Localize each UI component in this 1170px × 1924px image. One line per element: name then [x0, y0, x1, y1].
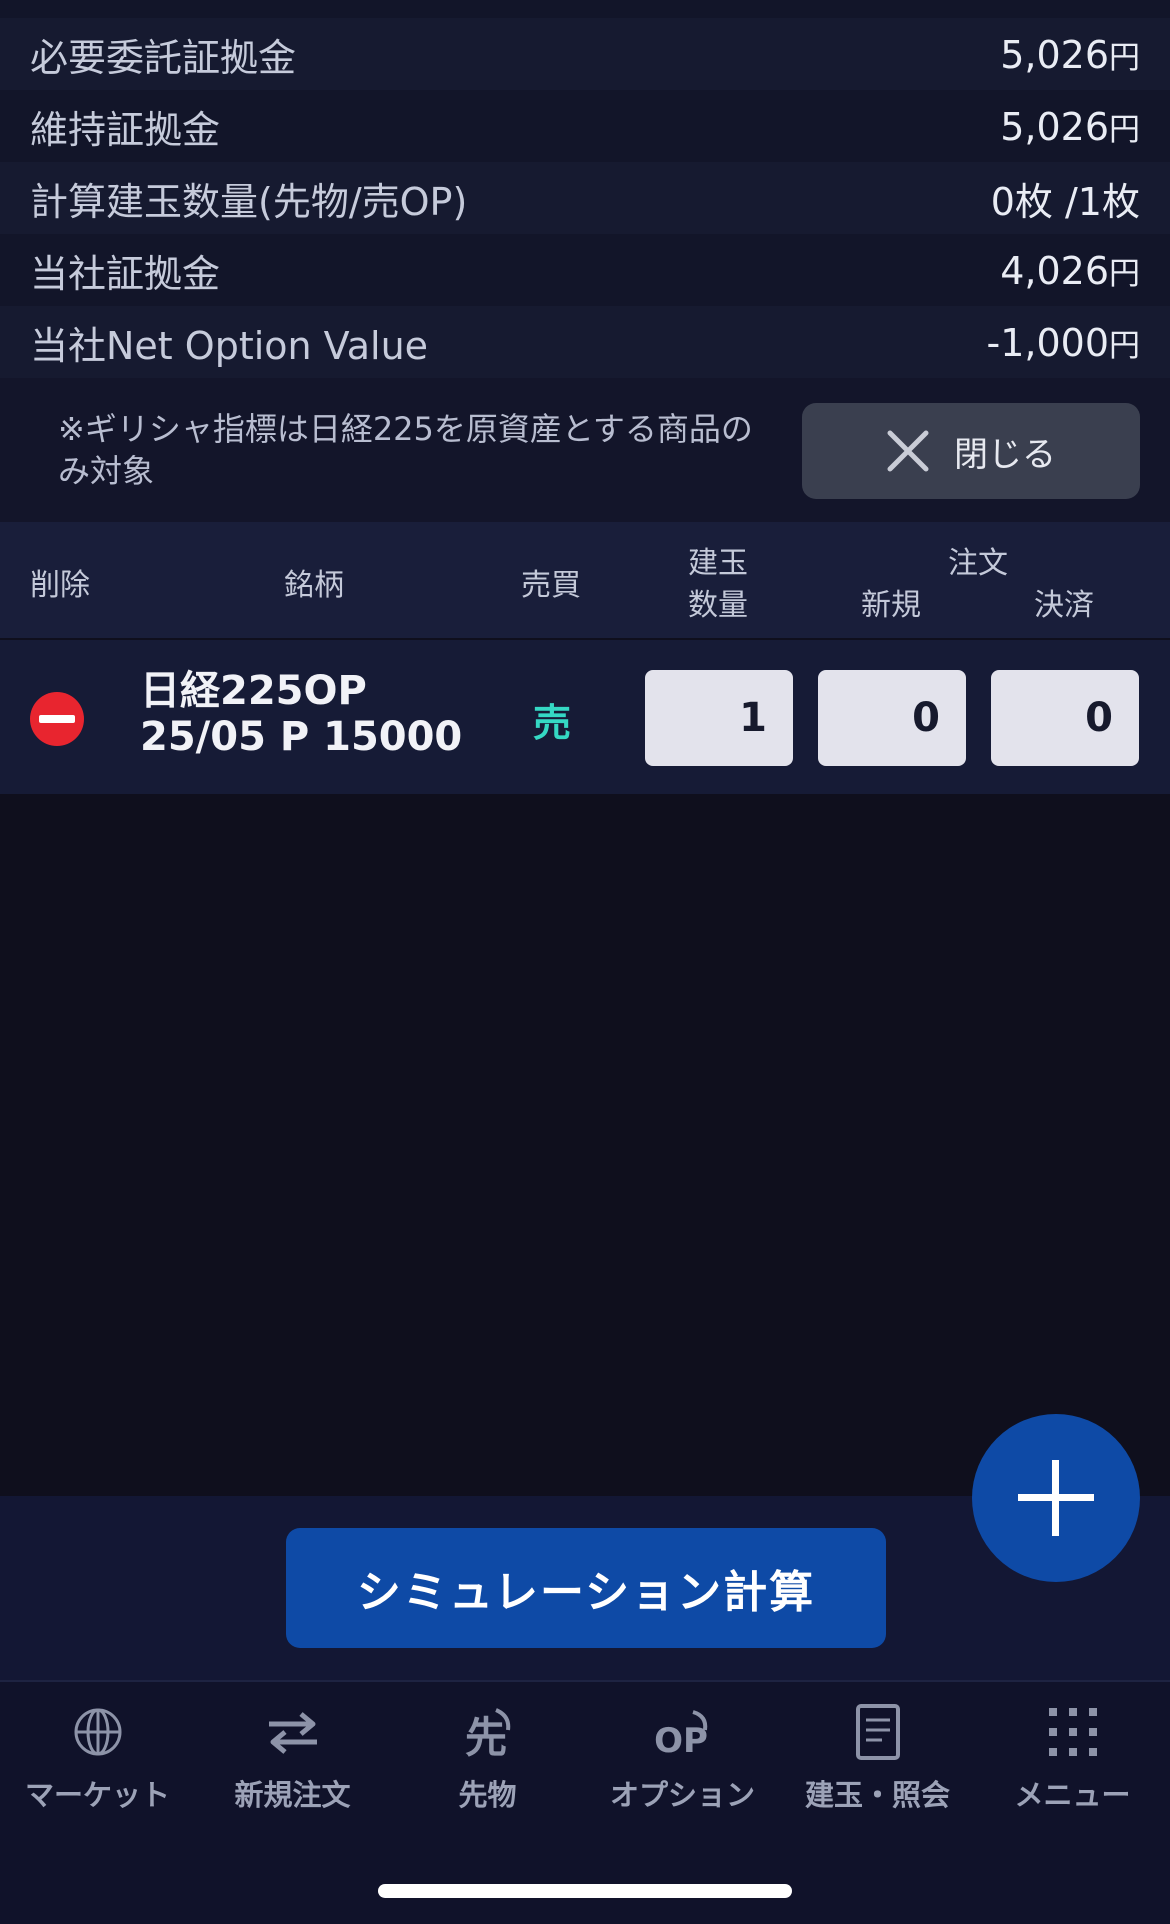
tab-menu[interactable]: メニュー: [975, 1702, 1170, 1822]
home-indicator: [378, 1884, 792, 1898]
summary-label: 維持証拠金: [30, 107, 221, 152]
tab-market[interactable]: マーケット: [0, 1702, 195, 1822]
summary-value: 5,026円: [1000, 104, 1140, 149]
summary-label: 当社証拠金: [30, 251, 221, 296]
summary-row-position-count: 計算建玉数量(先物/売OP) 0枚 /1枚: [0, 162, 1170, 234]
simulate-button[interactable]: シミュレーション計算: [286, 1528, 886, 1648]
svg-text:先: 先: [464, 1713, 506, 1762]
tab-futures[interactable]: 先 先物: [390, 1702, 585, 1822]
header-position-line1: 建玉: [688, 546, 748, 581]
tab-label: 新規注文: [234, 1778, 351, 1812]
summary-row-company-margin: 当社証拠金 4,026円: [0, 234, 1170, 306]
tab-new-order[interactable]: 新規注文: [195, 1702, 390, 1822]
header-position-line2: 数量: [688, 588, 748, 623]
tab-label: 建玉・照会: [804, 1778, 950, 1812]
position-quantity-input[interactable]: 1: [645, 670, 793, 766]
header-delete: 削除: [30, 568, 90, 603]
globe-icon: [74, 1708, 121, 1756]
close-icon: [887, 430, 929, 472]
option-icon: OP: [654, 1710, 708, 1761]
header-settle: 決済: [1034, 588, 1094, 623]
table-header: 削除 銘柄 売買 建玉 数量 注文 新規 決済: [0, 522, 1170, 638]
symbol-contract: 25/05 P 15000: [140, 714, 463, 760]
row-side: 売: [533, 701, 572, 745]
summary-row-required-margin: 必要委託証拠金 5,026円: [0, 18, 1170, 90]
new-order-quantity-input[interactable]: 0: [818, 670, 966, 766]
greeks-note-text: ※ギリシャ指標は日経225を原資産とする商品のみ対象: [58, 410, 753, 490]
greeks-note-panel: ※ギリシャ指標は日経225を原資産とする商品のみ対象 閉じる: [0, 378, 1170, 522]
tab-label: メニュー: [1014, 1778, 1131, 1812]
tab-positions[interactable]: 建玉・照会: [780, 1702, 975, 1822]
summary-value: 5,026円: [1000, 32, 1140, 77]
futures-icon: 先: [464, 1708, 510, 1762]
settle-order-quantity-input[interactable]: 0: [991, 670, 1139, 766]
svg-text:OP: OP: [654, 1721, 708, 1761]
header-order: 注文: [948, 546, 1008, 581]
close-label: 閉じる: [954, 434, 1056, 475]
grid-menu-icon: [1048, 1708, 1097, 1756]
summary-label: 当社Net Option Value: [30, 323, 429, 368]
summary-row-maintenance-margin: 維持証拠金 5,026円: [0, 90, 1170, 162]
summary-value: 0枚 /1枚: [990, 179, 1140, 224]
summary-row-net-option-value: 当社Net Option Value -1,000円: [0, 306, 1170, 378]
delete-row-button[interactable]: [30, 692, 84, 746]
symbol-name: 日経225OP: [140, 668, 367, 714]
summary-label: 必要委託証拠金: [30, 35, 297, 80]
header-side: 売買: [521, 568, 581, 603]
add-row-button[interactable]: [972, 1414, 1140, 1582]
tab-label: マーケット: [24, 1778, 170, 1812]
swap-arrows-icon: [268, 1712, 317, 1754]
document-icon: [855, 1704, 900, 1760]
summary-label: 計算建玉数量(先物/売OP): [30, 179, 468, 224]
tab-option[interactable]: OP オプション: [585, 1702, 780, 1822]
close-button[interactable]: 閉じる: [802, 403, 1140, 499]
summary-value: 4,026円: [1000, 248, 1140, 293]
summary-value: -1,000円: [986, 320, 1141, 365]
summary-panel: 必要委託証拠金 5,026円 維持証拠金 5,026円 計算建玉数量(先物/売O…: [0, 18, 1170, 378]
tab-label: 先物: [458, 1778, 517, 1812]
tab-label: オプション: [609, 1778, 755, 1812]
header-new: 新規: [861, 588, 921, 623]
row-symbol: 日経225OP 25/05 P 15000: [140, 668, 462, 760]
header-symbol: 銘柄: [284, 568, 344, 603]
